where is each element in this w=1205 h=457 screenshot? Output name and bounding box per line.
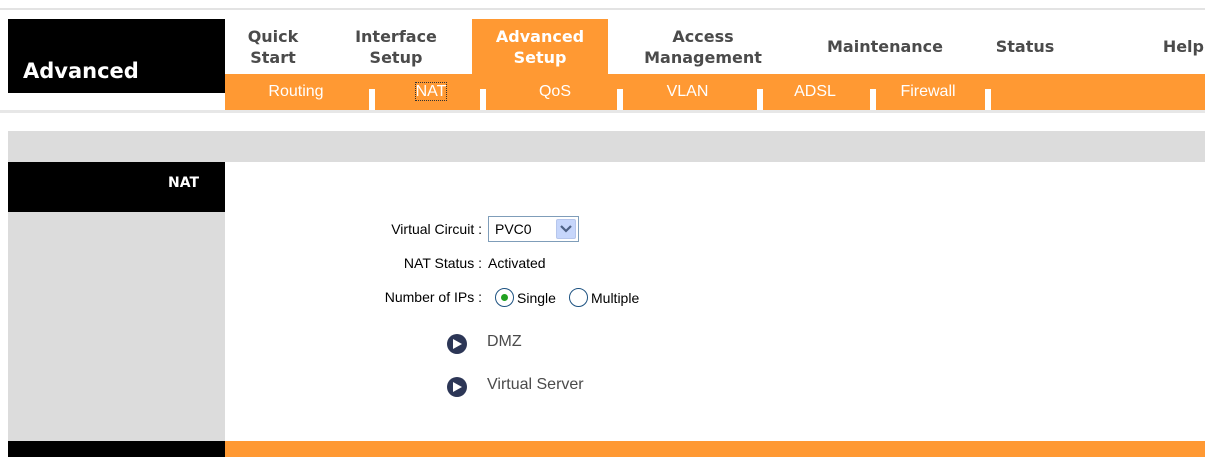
subnav-separator (369, 89, 375, 110)
tab-access-management[interactable]: Access Management (622, 19, 784, 74)
tab-label-line1: Quick (247, 26, 299, 46)
tab-label-line1: Advanced (495, 26, 585, 46)
left-panel (8, 212, 225, 441)
tab-label: Status (995, 37, 1055, 56)
subtab-label: QoS (538, 83, 571, 100)
dmz-link[interactable]: DMZ (487, 333, 522, 351)
subtab-adsl[interactable]: ADSL (765, 74, 865, 110)
subtab-label: ADSL (794, 83, 836, 100)
subnav-shadow (0, 110, 1205, 113)
section-title: NAT (168, 175, 200, 191)
footer-left (8, 441, 225, 457)
subtab-label: Routing (268, 83, 324, 100)
tab-maintenance[interactable]: Maintenance (800, 19, 970, 74)
tab-label: Maintenance (826, 37, 943, 56)
nat-status-value: Activated (488, 255, 546, 271)
radio-selected-dot (501, 294, 508, 301)
tab-label-line1: Access (672, 26, 734, 46)
subtab-label: VLAN (666, 83, 709, 100)
top-divider (0, 8, 1205, 10)
arrow-right-circle-icon[interactable] (447, 334, 467, 354)
tab-label-line2: Management (644, 47, 762, 67)
virtual-server-link[interactable]: Virtual Server (487, 376, 584, 394)
subtab-label: Firewall (900, 83, 956, 100)
subtab-nat[interactable]: NAT (388, 74, 474, 110)
page-section-label: Advanced (23, 59, 139, 83)
nat-status-label: NAT Status : (403, 255, 482, 271)
subtab-qos[interactable]: QoS (500, 74, 610, 110)
tab-quick-start[interactable]: Quick Start (225, 19, 321, 74)
virtual-circuit-label: Virtual Circuit : (391, 221, 482, 237)
virtual-circuit-select[interactable]: PVC0 (488, 216, 579, 242)
single-radio-label[interactable]: Single (517, 290, 556, 306)
multiple-radio-label[interactable]: Multiple (591, 290, 639, 306)
subtab-routing[interactable]: Routing (248, 74, 344, 110)
tab-interface-setup[interactable]: Interface Setup (335, 19, 457, 74)
subtab-firewall[interactable]: Firewall (878, 74, 978, 110)
subnav-separator (870, 89, 876, 110)
tab-help[interactable]: Help (1120, 19, 1204, 74)
tab-label-line2: Setup (369, 47, 423, 67)
arrow-right-circle-icon[interactable] (447, 377, 467, 397)
chevron-down-icon[interactable] (556, 219, 576, 239)
tab-label-line1: Interface (355, 26, 437, 46)
tab-status[interactable]: Status (980, 19, 1070, 74)
content-spacer-band (8, 131, 1205, 162)
subtab-label: NAT (414, 82, 448, 101)
tab-label-line2: Start (250, 47, 296, 67)
footer-right (225, 441, 1205, 457)
multiple-radio[interactable] (569, 288, 588, 307)
subnav-separator (480, 89, 486, 110)
tab-advanced-setup[interactable]: Advanced Setup (472, 19, 608, 74)
virtual-circuit-value: PVC0 (495, 221, 532, 237)
tab-label-line2: Setup (513, 47, 567, 67)
subnav-separator (617, 89, 623, 110)
tab-label: Help (1162, 37, 1204, 56)
subtab-vlan[interactable]: VLAN (625, 74, 750, 110)
subnav-separator (757, 89, 763, 110)
number-of-ips-label: Number of IPs : (384, 289, 482, 305)
subnav-separator (985, 89, 991, 110)
single-radio[interactable] (495, 288, 514, 307)
